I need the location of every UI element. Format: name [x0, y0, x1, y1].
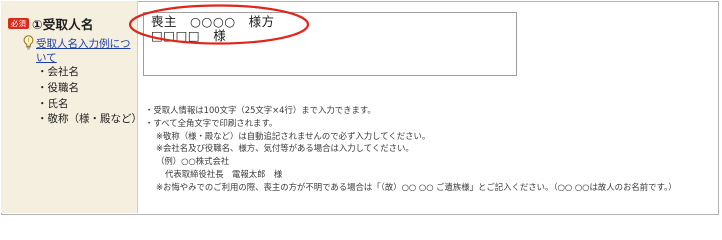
note-line: ※お悔やみでのご利用の際、喪主の方が不明である場合は「（故）○○ ○○ ご遺族様…: [156, 181, 677, 192]
list-item: ・会社名: [37, 66, 79, 78]
recipient-name-textarea[interactable]: 喪主 ○○○○ 様方 □□□□ 様: [143, 12, 517, 76]
note-line: ※会社名及び役職名、様方、気付等がある場合は入力してください。: [156, 143, 414, 154]
list-item: ・役職名: [37, 81, 79, 94]
field-title: ①受取人名: [32, 17, 94, 32]
note-line: （例）○○株式会社: [156, 156, 230, 167]
field-label-column: 必須 ①受取人名 受取人名入力例について ・会社名 ・役職名 ・氏名 ・敬称（様…: [1, 1, 142, 213]
field-title-group: 必須 ①受取人名: [8, 14, 94, 33]
list-item: ・敬称（様・殿など）: [37, 113, 142, 126]
required-items-list: ・会社名 ・役職名 ・氏名 ・敬称（様・殿など）: [37, 65, 142, 128]
lightbulb-icon: [23, 35, 34, 50]
note-line: ※敬称（様・殿など）は自動追記されませんので必ず入力してください。: [156, 130, 431, 141]
required-badge: 必須: [8, 18, 29, 29]
list-item: ・氏名: [37, 97, 69, 110]
textarea-line-2: □□□□ 様: [151, 28, 227, 43]
note-line: ・受取人情報は100文字（25文字×4行）まで入力できます。: [145, 105, 376, 115]
input-notes: ・受取人情報は100文字（25文字×4行）まで入力できます。 ・すべて全角文字で…: [145, 104, 677, 194]
note-line: 代表取締役社長 電報太郎 様: [165, 168, 283, 179]
recipient-name-example-link[interactable]: 受取人名入力例について: [36, 37, 132, 65]
textarea-line-1: 喪主 ○○○○ 様方: [151, 14, 275, 29]
note-line: ・すべて全角文字で印刷されます。: [145, 117, 278, 128]
